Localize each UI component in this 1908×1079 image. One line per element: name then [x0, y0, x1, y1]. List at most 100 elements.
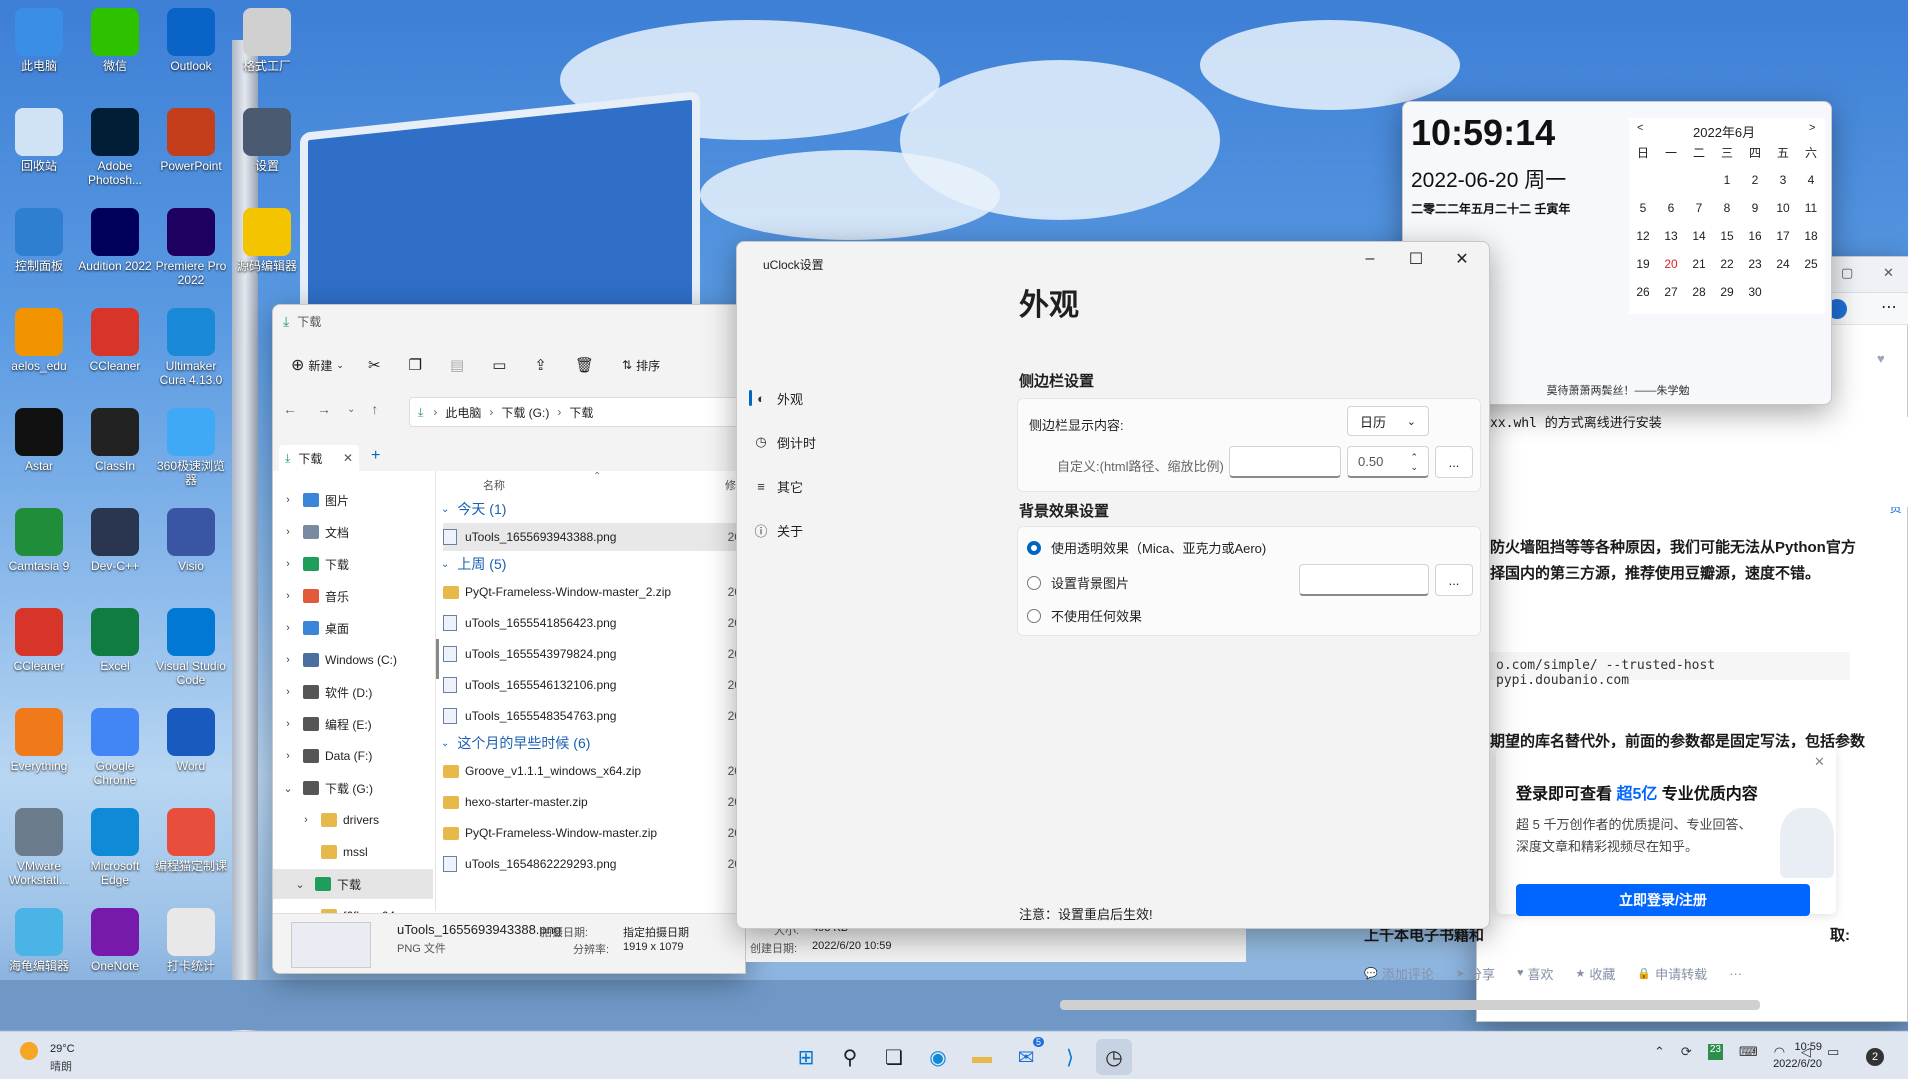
chevron-icon[interactable]: ⌄ [273, 782, 303, 795]
desktop-shortcut[interactable]: Visual Studio Code [152, 608, 230, 687]
article-action[interactable]: ♥ 喜欢 [1517, 964, 1554, 983]
article-action[interactable]: ··· [1729, 966, 1742, 981]
rename-icon[interactable]: ▭ [492, 356, 506, 374]
detail-shot-value[interactable]: 指定拍摄日期 [623, 924, 689, 940]
calendar-day[interactable]: 1 [1713, 166, 1741, 194]
nav-item[interactable]: › drivers [273, 805, 433, 835]
chevron-icon[interactable]: › [273, 590, 303, 602]
desktop-shortcut[interactable]: Microsoft Edge [76, 808, 154, 887]
heart-icon[interactable]: ♥ [1877, 351, 1885, 366]
share-icon[interactable]: ⇪ [534, 356, 547, 374]
file-explorer-taskbar-icon[interactable]: ▬ [964, 1039, 1000, 1075]
desktop-shortcut[interactable]: Excel [76, 608, 154, 673]
desktop-shortcut[interactable]: CCleaner [76, 308, 154, 373]
chevron-icon[interactable]: › [273, 526, 303, 538]
login-register-button[interactable]: 立即登录/注册 [1516, 884, 1810, 916]
mail-taskbar-icon[interactable]: ✉ 5 [1008, 1037, 1044, 1075]
close-icon[interactable]: ✕ [1439, 242, 1485, 276]
close-icon[interactable]: ✕ [1814, 754, 1825, 770]
sync-icon[interactable]: ⟳ [1681, 1044, 1692, 1060]
settings-nav-item[interactable]: ◐ 外观 [753, 380, 933, 416]
app-tray-icon[interactable]: 23 [1707, 1044, 1723, 1060]
calendar-day[interactable]: 19 [1629, 250, 1657, 278]
delete-icon[interactable]: 🗑 [575, 356, 594, 374]
weather-desc[interactable]: 晴朗 [50, 1058, 72, 1074]
article-action[interactable]: ➤ 分享 [1456, 964, 1495, 983]
chevron-icon[interactable]: › [273, 718, 303, 730]
settings-nav-item[interactable]: ≡ 其它 [753, 468, 933, 504]
scrollbar[interactable] [436, 639, 439, 679]
calendar-day[interactable]: 25 [1797, 250, 1825, 278]
file-row[interactable]: uTools_1655543979824.png 20 [443, 640, 743, 668]
desktop-shortcut[interactable]: aelos_edu [0, 308, 78, 373]
chevron-icon[interactable]: ⌄ [285, 878, 315, 891]
calendar-day[interactable]: 9 [1741, 194, 1769, 222]
calendar-day[interactable]: 30 [1741, 278, 1769, 306]
desktop-shortcut[interactable]: Visio [152, 508, 230, 573]
desktop-shortcut[interactable]: Word [152, 708, 230, 773]
calendar-day[interactable]: 12 [1629, 222, 1657, 250]
browse-bg-button[interactable]: ... [1435, 564, 1473, 596]
calendar-day[interactable]: 8 [1713, 194, 1741, 222]
desktop-shortcut[interactable]: 打卡统计 [152, 908, 230, 973]
calendar-day[interactable]: 13 [1657, 222, 1685, 250]
nav-item[interactable]: › Windows (C:) [273, 645, 433, 675]
copy-icon[interactable]: ❐ [409, 356, 422, 374]
calendar-next[interactable]: > [1809, 122, 1815, 134]
chevron-icon[interactable]: › [273, 622, 303, 634]
sort-button[interactable]: ⇅ 排序 [622, 357, 660, 374]
spin-arrows-icon[interactable]: ⌃ ⌄ [1410, 452, 1418, 472]
calendar-day[interactable]: 15 [1713, 222, 1741, 250]
nav-item[interactable]: › Data (F:) [273, 741, 433, 771]
file-row[interactable]: PyQt-Frameless-Window-master.zip 20 [443, 819, 743, 847]
calendar-day[interactable]: 6 [1657, 194, 1685, 222]
calendar-day[interactable]: 7 [1685, 194, 1713, 222]
article-action[interactable]: 💬 添加评论 [1364, 964, 1434, 983]
nav-item[interactable]: mssl [273, 837, 433, 867]
calendar-day[interactable]: 16 [1741, 222, 1769, 250]
desktop-shortcut[interactable]: 此电脑 [0, 8, 78, 73]
vscode-taskbar-icon[interactable]: ⟩ [1052, 1039, 1088, 1075]
calendar-day[interactable]: 26 [1629, 278, 1657, 306]
desktop-shortcut[interactable]: Outlook [152, 8, 230, 73]
calendar-day[interactable]: 21 [1685, 250, 1713, 278]
calendar-day[interactable]: 28 [1685, 278, 1713, 306]
calendar-day[interactable]: 4 [1797, 166, 1825, 194]
desktop-shortcut[interactable]: Camtasia 9 [0, 508, 78, 573]
search-icon[interactable]: ⚲ [832, 1039, 868, 1075]
group-header[interactable]: ⌄ 今天 (1) [441, 499, 506, 519]
desktop-shortcut[interactable]: 源码编辑器 [228, 208, 306, 273]
forward-icon[interactable]: → [317, 401, 331, 417]
desktop-shortcut[interactable]: Premiere Pro 2022 [152, 208, 230, 287]
history-chevron-icon[interactable]: ⌄ [347, 404, 355, 415]
desktop-shortcut[interactable]: 设置 [228, 108, 306, 173]
maximize-icon[interactable]: ☐ [1393, 242, 1439, 276]
scale-spinbox[interactable]: 0.50 ⌃ ⌄ [1347, 446, 1429, 478]
settings-nav-item[interactable]: ◷ 倒计时 [753, 424, 933, 460]
calendar-day[interactable]: 11 [1797, 194, 1825, 222]
radio-transparent[interactable]: 使用透明效果（Mica、亚克力或Aero) [1027, 538, 1266, 557]
breadcrumb-item[interactable]: 下载 (G:) [501, 404, 549, 421]
desktop-shortcut[interactable]: OneNote [76, 908, 154, 973]
browse-button[interactable]: ... [1435, 446, 1473, 478]
group-header[interactable]: ⌄ 上周 (5) [441, 554, 506, 574]
radio-no-effect[interactable]: 不使用任何效果 [1027, 606, 1142, 625]
new-button[interactable]: ⊕ 新建 ⌄ [291, 355, 344, 375]
chevron-icon[interactable]: › [273, 750, 303, 762]
chevron-icon[interactable]: › [273, 558, 303, 570]
nav-item[interactable]: › 图片 [273, 485, 433, 515]
sidebar-content-select[interactable]: 日历 ⌄ [1347, 406, 1429, 436]
desktop-shortcut[interactable]: Dev-C++ [76, 508, 154, 573]
nav-item[interactable]: ⌄ 下载 [273, 869, 433, 899]
weather-temp[interactable]: 29°C [50, 1043, 75, 1055]
desktop-shortcut[interactable]: 格式工厂 [228, 8, 306, 73]
nav-item[interactable]: › 音乐 [273, 581, 433, 611]
file-row[interactable]: uTools_1655546132106.png 20 [443, 671, 743, 699]
start-icon[interactable]: ⊞ [788, 1039, 824, 1075]
paste-icon[interactable]: ▤ [450, 356, 464, 374]
custom-path-input[interactable] [1229, 446, 1341, 478]
weather-sun-icon[interactable] [20, 1042, 38, 1060]
bg-image-input[interactable] [1299, 564, 1429, 596]
nav-item[interactable]: › 编程 (E:) [273, 709, 433, 739]
horizontal-scrollbar[interactable] [1060, 1000, 1760, 1010]
